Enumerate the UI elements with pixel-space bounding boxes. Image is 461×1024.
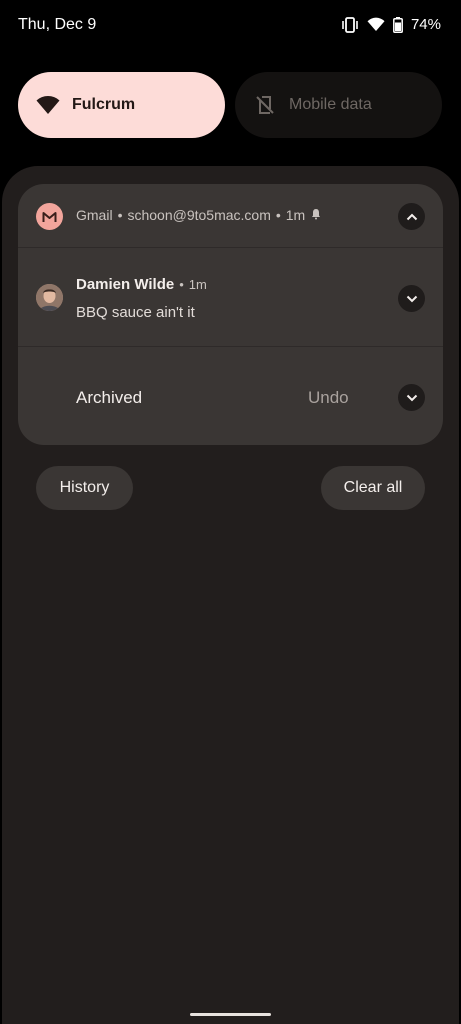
chevron-down-icon: [406, 295, 417, 302]
vibrate-icon: [341, 16, 359, 33]
notification-header-text: Gmail • schoon@9to5mac.com • 1m: [76, 207, 322, 223]
home-indicator[interactable]: [190, 1013, 271, 1016]
gmail-icon: [36, 203, 63, 230]
history-button-label: History: [59, 479, 110, 496]
account-email: schoon@9to5mac.com: [127, 207, 271, 223]
wifi-icon: [36, 93, 60, 117]
app-name: Gmail: [76, 207, 113, 223]
sender-name: Damien Wilde: [76, 276, 175, 293]
notification-header[interactable]: Gmail • schoon@9to5mac.com • 1m: [18, 184, 443, 248]
separator-dot: •: [179, 277, 184, 292]
undo-button[interactable]: Undo: [308, 388, 349, 408]
status-bar: Thu, Dec 9 74%: [0, 0, 461, 52]
message-time: 1m: [188, 277, 207, 292]
history-button[interactable]: History: [36, 466, 133, 510]
status-icons: 74%: [341, 16, 441, 33]
mobile-data-tile-label: Mobile data: [289, 96, 372, 113]
separator-dot: •: [275, 207, 281, 223]
mobile-data-tile[interactable]: Mobile data: [235, 72, 442, 138]
status-date: Thu, Dec 9: [18, 16, 97, 33]
wifi-tile[interactable]: Fulcrum: [18, 72, 225, 138]
expand-message-button[interactable]: [398, 285, 425, 312]
battery-icon: [393, 16, 403, 33]
notification-time: 1m: [285, 207, 306, 223]
chevron-up-icon: [406, 213, 417, 220]
expand-archived-button[interactable]: [398, 384, 425, 411]
collapse-button[interactable]: [398, 203, 425, 230]
alert-bell-icon: [310, 207, 322, 223]
sender-line: Damien Wilde • 1m: [76, 276, 207, 293]
clear-all-button[interactable]: Clear all: [321, 466, 425, 510]
chevron-down-icon: [406, 394, 417, 401]
message-text: BBQ sauce ain't it: [76, 304, 195, 321]
battery-percent: 74%: [410, 16, 441, 33]
message-row[interactable]: [18, 248, 443, 347]
mobile-data-off-icon: [253, 93, 277, 117]
wifi-tile-label: Fulcrum: [72, 96, 136, 113]
separator-dot: •: [117, 207, 123, 223]
clear-all-button-label: Clear all: [343, 479, 403, 496]
avatar: [36, 284, 63, 311]
notification-shade-screen: Thu, Dec 9 74% Fulcrum Mobile data Gmail…: [0, 0, 461, 1024]
wifi-icon: [367, 17, 385, 32]
archived-label: Archived: [76, 388, 143, 407]
